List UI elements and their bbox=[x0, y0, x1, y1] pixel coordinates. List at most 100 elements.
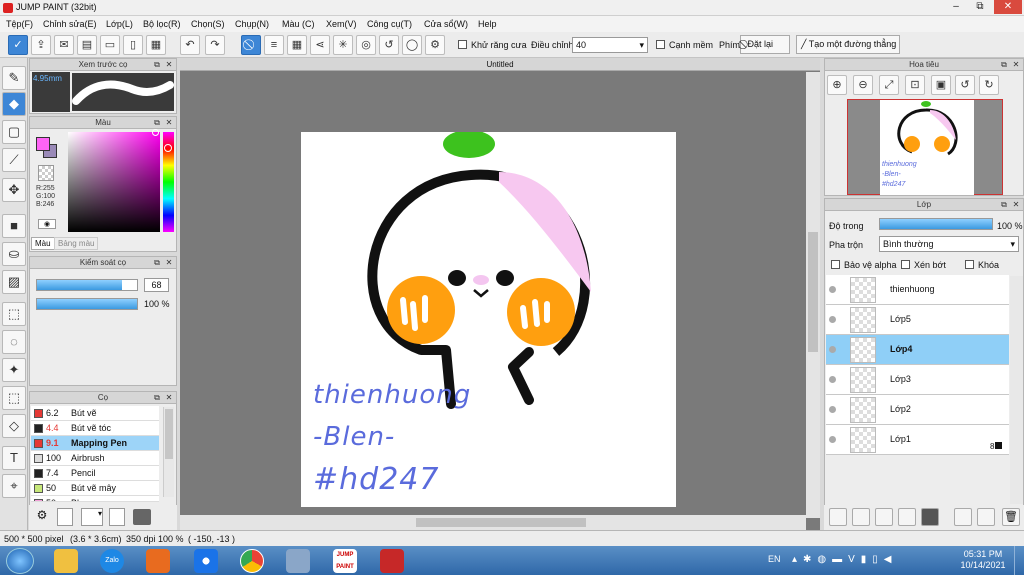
brush-size-slider[interactable] bbox=[36, 279, 138, 291]
flip-icon[interactable]: ▣ bbox=[931, 75, 951, 95]
layer-list-scrollbar[interactable] bbox=[1010, 276, 1023, 504]
no-ruler-icon[interactable]: ⃠ bbox=[241, 35, 261, 55]
chrome-icon[interactable] bbox=[240, 549, 264, 573]
menu-help[interactable]: Help bbox=[478, 19, 497, 29]
brush-size-value[interactable]: 68 bbox=[144, 278, 169, 292]
hue-slider[interactable] bbox=[163, 132, 174, 232]
circle-ruler-icon[interactable]: ◯ bbox=[402, 35, 422, 55]
magic-wand-tool-icon[interactable]: ✦ bbox=[2, 358, 26, 382]
start-button[interactable] bbox=[6, 548, 34, 574]
rectangle-tool-icon[interactable]: ▢ bbox=[2, 120, 26, 144]
brush-row[interactable]: 50 Bút vẽ mây bbox=[31, 481, 159, 496]
layer-row[interactable]: Lớp4 bbox=[826, 335, 1009, 365]
merge-layer-icon[interactable] bbox=[954, 508, 972, 526]
visibility-icon[interactable] bbox=[829, 286, 836, 293]
snipping-tool-icon[interactable] bbox=[286, 549, 310, 573]
menu-window[interactable]: Cửa sổ(W) bbox=[424, 19, 468, 29]
new-folder-layer-icon[interactable] bbox=[852, 508, 870, 526]
visibility-icon[interactable] bbox=[829, 316, 836, 323]
layer-row[interactable]: thienhuong bbox=[826, 275, 1009, 305]
clock[interactable]: 05:31 PM 10/14/2021 bbox=[958, 549, 1008, 571]
brush-opacity-slider[interactable] bbox=[36, 298, 138, 310]
zoom-out-icon[interactable]: ⊖ bbox=[853, 75, 873, 95]
undock-icon[interactable]: ⧉ bbox=[152, 258, 162, 268]
parallel-ruler-icon[interactable]: ≡ bbox=[264, 35, 284, 55]
menu-capture[interactable]: Chụp(N) bbox=[235, 19, 269, 29]
layer-settings-icon[interactable] bbox=[977, 508, 995, 526]
file-explorer-icon[interactable] bbox=[54, 549, 78, 573]
brush-list-scrollbar[interactable] bbox=[163, 407, 174, 497]
page-icon[interactable]: ▭ bbox=[100, 35, 120, 55]
brush-settings-icon[interactable]: ⚙ bbox=[33, 508, 51, 526]
pdf-reader-icon[interactable] bbox=[380, 549, 404, 573]
layer-mask-icon[interactable] bbox=[898, 508, 916, 526]
color-tab[interactable]: Màu bbox=[31, 237, 55, 250]
pen-tool-icon[interactable]: ✎ bbox=[2, 66, 26, 90]
rotate-right-icon[interactable]: ↻ bbox=[979, 75, 999, 95]
menu-color[interactable]: Màu (C) bbox=[282, 19, 315, 29]
brush-row[interactable]: 6.2 Bút vẽ bbox=[31, 406, 159, 421]
export-icon[interactable]: ⇪ bbox=[31, 35, 51, 55]
undock-icon[interactable]: ⧉ bbox=[152, 393, 162, 403]
grid-settings-icon[interactable]: ▦ bbox=[146, 35, 166, 55]
visibility-icon[interactable] bbox=[829, 406, 836, 413]
alpha-protect-checkbox[interactable] bbox=[831, 260, 840, 269]
move-tool-icon[interactable]: ✥ bbox=[2, 178, 26, 202]
ruler-settings-icon[interactable]: ⚙ bbox=[425, 35, 445, 55]
menu-select[interactable]: Chọn(S) bbox=[191, 19, 225, 29]
layer-folder-icon[interactable] bbox=[921, 508, 939, 526]
panel-close-icon[interactable]: ✕ bbox=[164, 393, 174, 403]
bucket-tool-icon[interactable]: ⛀ bbox=[2, 242, 26, 266]
zoom-in-icon[interactable]: ⊕ bbox=[827, 75, 847, 95]
new-layer-icon[interactable] bbox=[829, 508, 847, 526]
visibility-icon[interactable] bbox=[829, 436, 836, 443]
undock-icon[interactable]: ⧉ bbox=[999, 200, 1009, 210]
transparent-color-swatch[interactable] bbox=[38, 165, 54, 181]
panel-close-icon[interactable]: ✕ bbox=[1011, 60, 1021, 70]
perspective-ruler-icon[interactable]: ⋖ bbox=[310, 35, 330, 55]
fit-window-icon[interactable]: ⤢ bbox=[879, 75, 899, 95]
clipping-checkbox[interactable] bbox=[901, 260, 910, 269]
layer-row[interactable]: Lớp2 bbox=[826, 395, 1009, 425]
fill-rect-tool-icon[interactable]: ■ bbox=[2, 214, 26, 238]
undock-icon[interactable]: ⧉ bbox=[999, 60, 1009, 70]
select-eraser-tool-icon[interactable]: ◇ bbox=[2, 414, 26, 438]
gradient-tool-icon[interactable]: ▨ bbox=[2, 270, 26, 294]
layer-opacity-slider[interactable] bbox=[879, 218, 993, 230]
select-pen-tool-icon[interactable]: ⬚ bbox=[2, 386, 26, 410]
adjust-dropdown[interactable]: 40 ▾ bbox=[572, 37, 648, 53]
jump-paint-taskbar-icon[interactable]: JUMP PAINT bbox=[333, 549, 357, 573]
lasso-tool-icon[interactable]: ◌ bbox=[2, 330, 26, 354]
saturation-value-field[interactable] bbox=[68, 129, 160, 232]
actual-size-icon[interactable]: ⊡ bbox=[905, 75, 925, 95]
layer-row[interactable]: Lớp1 bbox=[826, 425, 1009, 455]
canvas-document[interactable]: thienhuong -Blen- #hd247 bbox=[301, 132, 676, 507]
primary-color-swatch[interactable] bbox=[36, 137, 50, 151]
text-tool-icon[interactable]: T bbox=[2, 446, 26, 470]
visibility-icon[interactable] bbox=[829, 376, 836, 383]
blend-mode-dropdown[interactable]: Bình thường ▾ bbox=[879, 236, 1019, 252]
panel-close-icon[interactable]: ✕ bbox=[164, 60, 174, 70]
brush-row[interactable]: 50 Blur bbox=[31, 496, 159, 502]
redo-icon[interactable]: ↷ bbox=[205, 35, 225, 55]
document-tab[interactable]: Untitled bbox=[180, 58, 820, 71]
reset-button[interactable]: ⃠ Đặt lại bbox=[740, 35, 790, 54]
brush-tool-icon[interactable]: ✓ bbox=[8, 35, 28, 55]
visibility-icon[interactable] bbox=[829, 346, 836, 353]
internet-explorer-icon[interactable] bbox=[194, 549, 218, 573]
menu-layer[interactable]: Lớp(L) bbox=[106, 19, 133, 29]
select-rect-tool-icon[interactable]: ⬚ bbox=[2, 302, 26, 326]
undo-icon[interactable]: ↶ bbox=[180, 35, 200, 55]
show-desktop-button[interactable] bbox=[1014, 546, 1024, 575]
palette-tab[interactable]: Bảng màu bbox=[54, 237, 99, 250]
trash-icon[interactable]: 🗑 bbox=[1002, 508, 1020, 526]
line-tool-icon[interactable]: ⟋ bbox=[2, 148, 26, 172]
close-button[interactable]: ✕ bbox=[994, 0, 1022, 14]
menu-edit[interactable]: Chỉnh sửa(E) bbox=[43, 19, 97, 29]
undock-icon[interactable]: ⧉ bbox=[152, 60, 162, 70]
copy-brush-icon[interactable] bbox=[109, 508, 125, 526]
comment-icon[interactable]: ✉ bbox=[54, 35, 74, 55]
menu-tools[interactable]: Công cụ(T) bbox=[367, 19, 412, 29]
brush-row[interactable]: 4.4 Bút vẽ tóc bbox=[31, 421, 159, 436]
curve-ruler-icon[interactable]: ↺ bbox=[379, 35, 399, 55]
